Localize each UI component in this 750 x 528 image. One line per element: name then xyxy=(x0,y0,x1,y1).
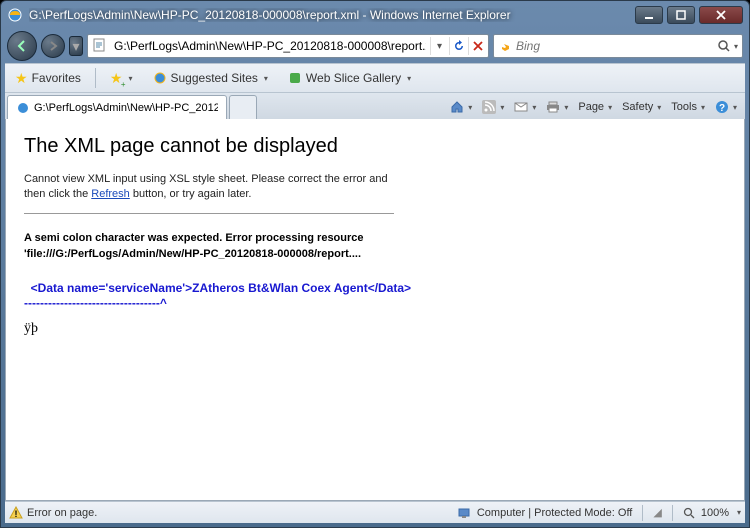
garbage-text: ÿþ xyxy=(24,321,726,337)
window-title: G:\PerfLogs\Admin\New\HP-PC_20120818-000… xyxy=(29,8,635,22)
tab-label: G:\PerfLogs\Admin\New\HP-PC_20120818-000… xyxy=(34,102,218,114)
status-bar: ! Error on page. Computer | Protected Mo… xyxy=(5,501,745,523)
bing-icon xyxy=(498,39,512,53)
search-input[interactable] xyxy=(516,39,716,53)
zoom-dropdown[interactable]: ▾ xyxy=(737,508,741,517)
forward-button[interactable] xyxy=(41,34,65,58)
close-button[interactable] xyxy=(699,6,743,24)
web-slice-gallery-link[interactable]: Web Slice Gallery▾ xyxy=(282,69,417,87)
search-button[interactable] xyxy=(716,38,732,54)
svg-text:!: ! xyxy=(15,509,18,519)
suggested-sites-link[interactable]: Suggested Sites▾ xyxy=(147,69,274,87)
error-detail: A semi colon character was expected. Err… xyxy=(24,230,384,263)
zoom-level[interactable]: 100% xyxy=(701,507,729,519)
zone-text[interactable]: Computer | Protected Mode: Off xyxy=(477,507,633,519)
internet-zone-icon xyxy=(457,506,471,520)
favorites-bar: ★Favorites ★+▾ Suggested Sites▾ Web Slic… xyxy=(5,63,745,93)
back-button[interactable] xyxy=(7,31,37,61)
new-tab-button[interactable] xyxy=(229,95,257,119)
add-favorite-button[interactable]: ★+▾ xyxy=(104,68,139,89)
print-button[interactable]: ▾ xyxy=(542,98,572,116)
tab-strip: G:\PerfLogs\Admin\New\HP-PC_20120818-000… xyxy=(5,93,745,119)
ie-icon xyxy=(153,71,167,85)
zoom-dropdown-icon[interactable]: ◢ xyxy=(653,506,661,519)
mail-button[interactable]: ▾ xyxy=(510,98,540,116)
home-button[interactable]: ▾ xyxy=(446,98,476,116)
page-menu[interactable]: Page▾ xyxy=(574,99,616,115)
tools-menu[interactable]: Tools▾ xyxy=(667,99,709,115)
address-dropdown-button[interactable]: ▾ xyxy=(430,37,448,55)
page-heading: The XML page cannot be displayed xyxy=(24,135,726,158)
favorites-button[interactable]: ★Favorites xyxy=(9,68,87,89)
status-text[interactable]: Error on page. xyxy=(27,507,97,519)
page-content: The XML page cannot be displayed Cannot … xyxy=(5,119,745,501)
refresh-link[interactable]: Refresh xyxy=(91,188,130,200)
address-bar[interactable]: ▾ xyxy=(87,34,489,58)
stop-button[interactable] xyxy=(468,37,486,55)
safety-menu[interactable]: Safety▾ xyxy=(618,99,665,115)
refresh-button[interactable] xyxy=(449,37,467,55)
divider xyxy=(24,213,394,214)
address-input[interactable] xyxy=(112,39,428,53)
zoom-icon[interactable] xyxy=(683,507,695,519)
navigation-row: ▾ ▾ ▾ xyxy=(1,29,749,63)
star-icon: ★ xyxy=(15,70,28,87)
xml-file-icon xyxy=(92,38,108,54)
error-message: Cannot view XML input using XSL style sh… xyxy=(24,172,394,203)
tab-active[interactable]: G:\PerfLogs\Admin\New\HP-PC_20120818-000… xyxy=(7,95,227,119)
search-bar[interactable]: ▾ xyxy=(493,34,743,58)
star-add-icon: ★+ xyxy=(110,70,123,87)
maximize-button[interactable] xyxy=(667,6,695,24)
ie-icon xyxy=(16,101,30,115)
ie-icon xyxy=(7,7,23,23)
nav-history-dropdown[interactable]: ▾ xyxy=(69,36,83,56)
minimize-button[interactable] xyxy=(635,6,663,24)
warning-icon: ! xyxy=(9,506,23,520)
feeds-button[interactable]: ▾ xyxy=(478,98,508,116)
window-titlebar: G:\PerfLogs\Admin\New\HP-PC_20120818-000… xyxy=(1,1,749,29)
error-code: <Data name='serviceName'>ZAtheros Bt&Wla… xyxy=(24,281,726,311)
help-button[interactable]: ?▾ xyxy=(711,98,741,116)
webslice-icon xyxy=(288,71,302,85)
search-dropdown[interactable]: ▾ xyxy=(734,42,738,51)
svg-text:?: ? xyxy=(719,103,725,114)
